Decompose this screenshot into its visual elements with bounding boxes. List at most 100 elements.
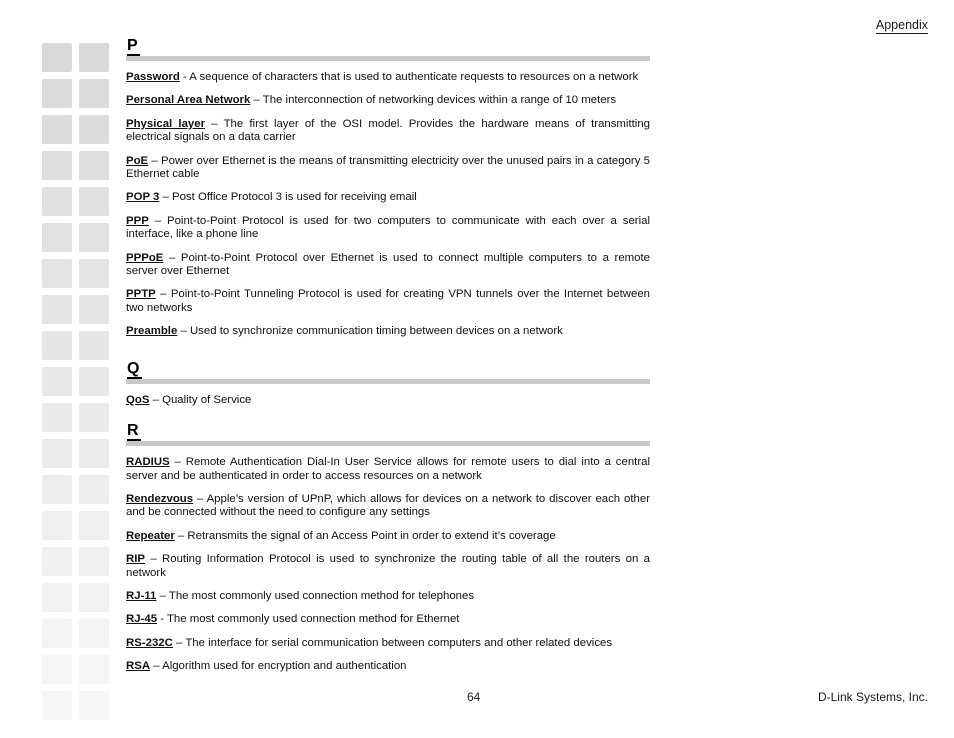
glossary-section-p: P Password - A sequence of characters tha… <box>126 38 651 339</box>
footer-company-name: D-Link Systems, Inc. <box>817 690 928 704</box>
glossary-definition: - The most commonly used connection meth… <box>157 613 460 626</box>
thumbnail-box <box>42 295 72 324</box>
glossary-entry: Personal Area Network – The interconnect… <box>126 94 650 107</box>
glossary-term: Personal Area Network <box>126 94 251 107</box>
glossary-definition: - A sequence of characters that is used … <box>179 71 639 83</box>
glossary-term: Password <box>126 71 180 83</box>
glossary-term: Physical layer <box>126 117 206 130</box>
glossary-section-q: Q QoS – Quality of Service <box>126 360 651 407</box>
thumbnail-row <box>42 79 114 108</box>
thumbnail-row <box>42 619 114 648</box>
thumbnail-row <box>42 43 114 72</box>
glossary-entry: PPTP – Point-to-Point Tunneling Protocol… <box>126 288 650 315</box>
thumbnail-row <box>42 187 114 216</box>
thumbnail-box <box>79 223 109 252</box>
thumbnail-box <box>42 547 72 576</box>
thumbnail-box <box>79 187 109 216</box>
glossary-definition: – Point-to-Point Protocol is used for tw… <box>126 214 650 241</box>
thumbnail-box <box>42 475 72 504</box>
thumbnail-box <box>42 187 72 216</box>
section-heading: R <box>126 423 651 442</box>
glossary-term: Rendezvous <box>126 492 194 505</box>
glossary-entry: RIP – Routing Information Protocol is us… <box>126 553 650 580</box>
thumbnail-row <box>42 547 114 576</box>
glossary-term: RADIUS <box>126 456 170 469</box>
thumbnail-box <box>79 151 109 180</box>
thumbnail-box <box>42 619 72 648</box>
glossary-entry: RJ-45 - The most commonly used connectio… <box>126 613 650 626</box>
header-title: Appendix <box>875 18 928 34</box>
glossary-entry: PPPoE – Point-to-Point Protocol over Eth… <box>126 252 650 279</box>
glossary-entry: PPP – Point-to-Point Protocol is used fo… <box>126 215 650 242</box>
thumbnail-box <box>79 43 109 72</box>
thumbnail-row <box>42 403 114 432</box>
glossary-definition: – The most commonly used connection meth… <box>156 589 475 602</box>
glossary-definition: – Algorithm used for encryption and auth… <box>150 660 407 673</box>
glossary-term: RJ-45 <box>126 613 158 626</box>
thumbnail-box <box>42 115 72 144</box>
thumbnail-row <box>42 475 114 504</box>
glossary-entry: Rendezvous – Apple’s version of UPnP, wh… <box>126 493 650 520</box>
glossary-entry: RS-232C – The interface for serial commu… <box>126 637 650 650</box>
glossary-definition: – Power over Ethernet is the means of tr… <box>126 154 650 181</box>
glossary-entry: RSA – Algorithm used for encryption and … <box>126 660 650 673</box>
glossary-definition: – Post Office Protocol 3 is used for rec… <box>159 191 417 204</box>
thumbnail-box <box>79 439 109 468</box>
page-footer: 64 D-Link Systems, Inc. <box>126 690 928 706</box>
section-heading-rule <box>126 56 650 61</box>
glossary-definition: – Retransmits the signal of an Access Po… <box>174 529 556 542</box>
glossary-term: PoE <box>126 154 149 167</box>
glossary-term: POP 3 <box>126 191 160 204</box>
thumbnail-box <box>42 655 72 684</box>
glossary-entry: Preamble – Used to synchronize communica… <box>126 325 650 338</box>
glossary-entry: Password - A sequence of characters that… <box>126 71 650 84</box>
thumbnail-box <box>79 259 109 288</box>
thumbnail-box <box>79 547 109 576</box>
thumbnail-row <box>42 331 114 360</box>
thumbnail-row <box>42 691 114 720</box>
thumbnail-box <box>79 331 109 360</box>
thumbnail-box <box>42 511 72 540</box>
glossary-definition: – Apple’s version of UPnP, which allows … <box>126 492 650 519</box>
glossary-term: RS-232C <box>126 636 173 649</box>
thumbnail-box <box>42 151 72 180</box>
thumbnail-box <box>79 511 109 540</box>
glossary-entry: POP 3 – Post Office Protocol 3 is used f… <box>126 191 650 204</box>
glossary-entry: Physical layer – The first layer of the … <box>126 118 650 145</box>
glossary-section-r: R RADIUS – Remote Authentication Dial-In … <box>126 423 651 673</box>
thumbnail-box <box>42 259 72 288</box>
thumbnail-row <box>42 295 114 324</box>
glossary-definition: – The interface for serial communication… <box>172 636 613 649</box>
glossary-entry: PoE – Power over Ethernet is the means o… <box>126 155 650 182</box>
section-heading: Q <box>126 360 651 380</box>
thumbnail-box <box>79 655 109 684</box>
thumbnail-box <box>79 115 109 144</box>
glossary-term: RSA <box>126 660 151 673</box>
section-heading-letter: P <box>127 37 140 56</box>
thumbnail-row <box>42 223 114 252</box>
glossary-definition: – Point-to-Point Protocol over Ethernet … <box>126 251 650 278</box>
thumbnail-box <box>79 475 109 504</box>
thumbnail-box <box>79 691 109 720</box>
glossary-term: PPP <box>126 214 149 227</box>
thumbnail-box <box>42 367 72 396</box>
glossary-term: Preamble <box>126 325 178 338</box>
glossary-term: PPPoE <box>126 251 164 264</box>
thumbnail-box <box>42 331 72 360</box>
section-heading: P <box>126 38 651 57</box>
thumbnail-row <box>42 115 114 144</box>
glossary-definition: – Used to synchronize communication timi… <box>177 325 563 338</box>
thumbnail-row <box>42 259 114 288</box>
thumbnail-box <box>42 583 72 612</box>
glossary-definition: – The first layer of the OSI model. Prov… <box>126 117 650 144</box>
footer-page-number: 64 <box>467 690 481 704</box>
glossary-term: RJ-11 <box>126 589 157 602</box>
thumbnail-box <box>42 223 72 252</box>
glossary-definition: – The interconnection of networking devi… <box>250 94 617 107</box>
thumbnail-row <box>42 655 114 684</box>
thumbnail-box <box>42 43 72 72</box>
glossary-term: RIP <box>126 553 145 566</box>
section-heading-rule <box>126 378 650 384</box>
